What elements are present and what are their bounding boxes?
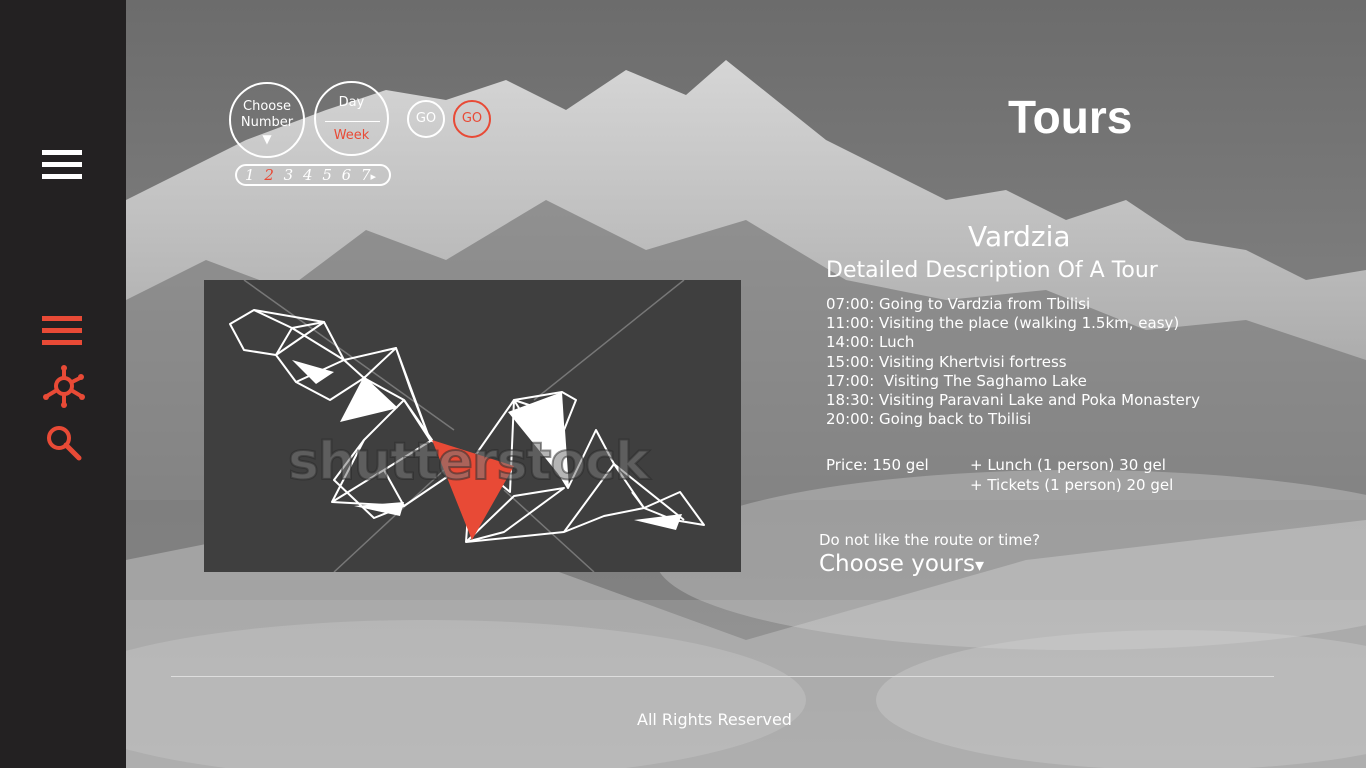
page-4[interactable]: 4 (303, 166, 313, 184)
chevron-down-icon: ▼ (262, 132, 272, 146)
footer-text: All Rights Reserved (637, 710, 792, 729)
toggle-divider (325, 121, 380, 122)
schedule-item: 14:00: Luch (826, 333, 915, 352)
network-icon[interactable] (42, 364, 86, 412)
list-icon[interactable] (42, 316, 82, 352)
tour-name: Vardzia (968, 220, 1071, 253)
next-page-icon[interactable]: ▸ (371, 170, 377, 183)
pagination: 1 2 3 4 5 6 7▸ (235, 164, 391, 186)
choose-yours-label: Choose yours (819, 551, 975, 577)
day-option[interactable]: Day (316, 95, 387, 110)
page-2-active[interactable]: 2 (264, 166, 274, 184)
go-button-active[interactable]: GO (453, 100, 491, 138)
tour-map-image: shutterstock (204, 280, 741, 572)
route-question: Do not like the route or time? (819, 531, 1041, 549)
page-7[interactable]: 7 (361, 166, 371, 184)
day-week-toggle[interactable]: Day Week (314, 81, 389, 156)
choose-number-button[interactable]: Choose Number ▼ (229, 82, 305, 158)
schedule-item: 07:00: Going to Vardzia from Tbilisi (826, 295, 1091, 313)
menu-icon[interactable] (42, 150, 82, 186)
schedule-item: 17:00: Visiting The Saghamo Lake (826, 371, 1087, 390)
description-title: Detailed Description Of A Tour (826, 258, 1158, 283)
extra-lunch: + Lunch (1 person) 30 gel (970, 456, 1166, 474)
price: Price: 150 gel (826, 456, 929, 474)
schedule-item: 18:30: Visiting Paravani Lake and Poka M… (826, 391, 1200, 410)
choose-label: Choose (243, 99, 291, 114)
page-3[interactable]: 3 (284, 166, 294, 184)
choose-yours-link[interactable]: Choose yours▾ (819, 551, 984, 577)
page-title: Tours (1008, 91, 1133, 143)
sidebar (0, 0, 126, 768)
price-extras: + Lunch (1 person) 30 gel + Tickets (1 p… (970, 456, 1173, 495)
schedule-item: 11:00: Visiting the place (walking 1.5km… (826, 314, 1180, 333)
page-1[interactable]: 1 (245, 166, 255, 184)
page-6[interactable]: 6 (342, 166, 352, 184)
extra-tickets: + Tickets (1 person) 20 gel (970, 475, 1174, 494)
watermark: shutterstock (287, 431, 651, 493)
caret-down-icon: ▾ (974, 555, 984, 576)
tour-schedule: 07:00: Going to Vardzia from Tbilisi 11:… (826, 295, 1200, 429)
go-button[interactable]: GO (407, 100, 445, 138)
search-icon[interactable] (45, 424, 83, 466)
schedule-item: 15:00: Visiting Khertvisi fortress (826, 352, 1067, 371)
footer-divider (171, 676, 1274, 677)
page-5[interactable]: 5 (322, 166, 332, 184)
week-option[interactable]: Week (316, 128, 387, 143)
number-label: Number (240, 115, 294, 130)
schedule-item: 20:00: Going back to Tbilisi (826, 410, 1032, 429)
